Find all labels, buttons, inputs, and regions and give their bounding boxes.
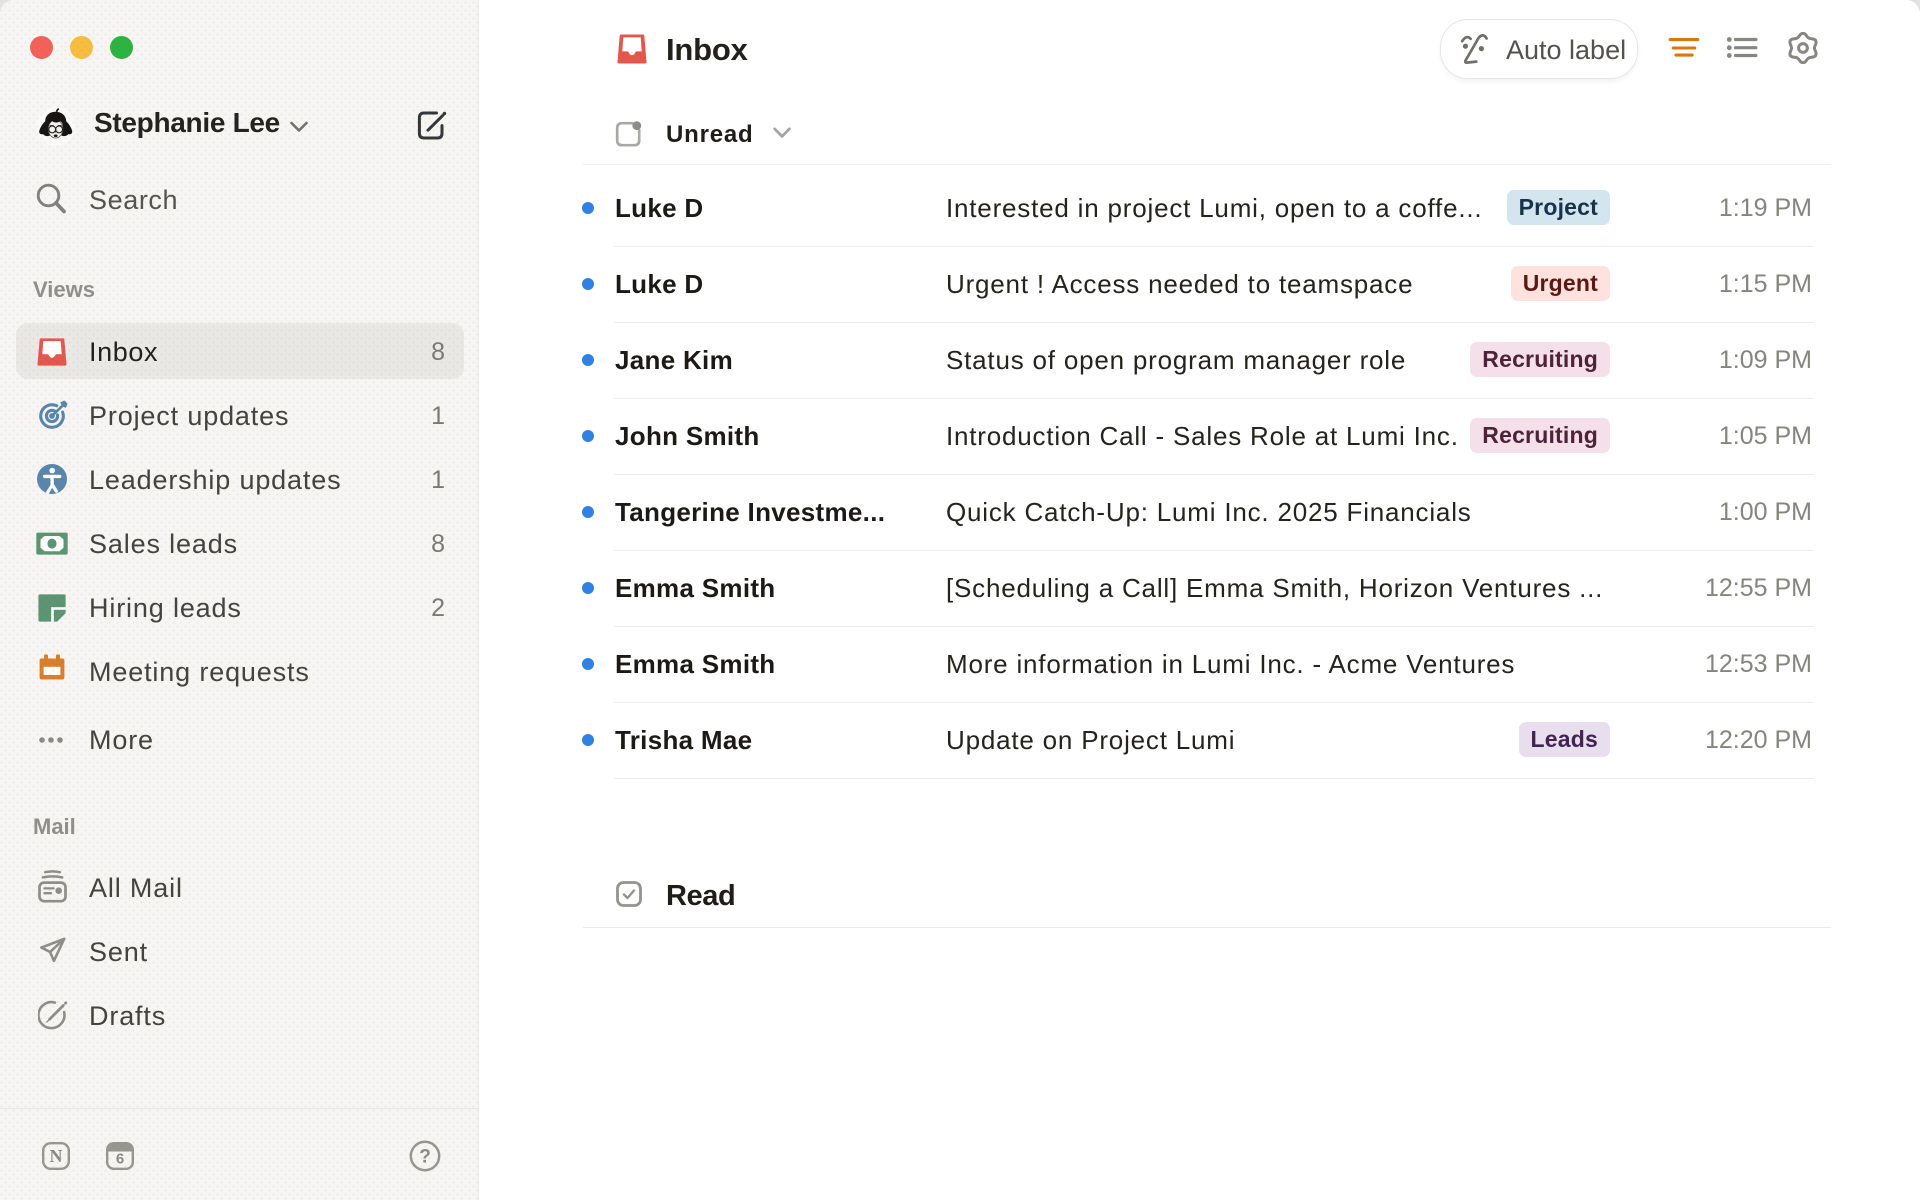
svg-text:N: N: [50, 1146, 63, 1166]
svg-text:?: ?: [419, 1147, 431, 1168]
svg-text:6: 6: [116, 1151, 124, 1168]
